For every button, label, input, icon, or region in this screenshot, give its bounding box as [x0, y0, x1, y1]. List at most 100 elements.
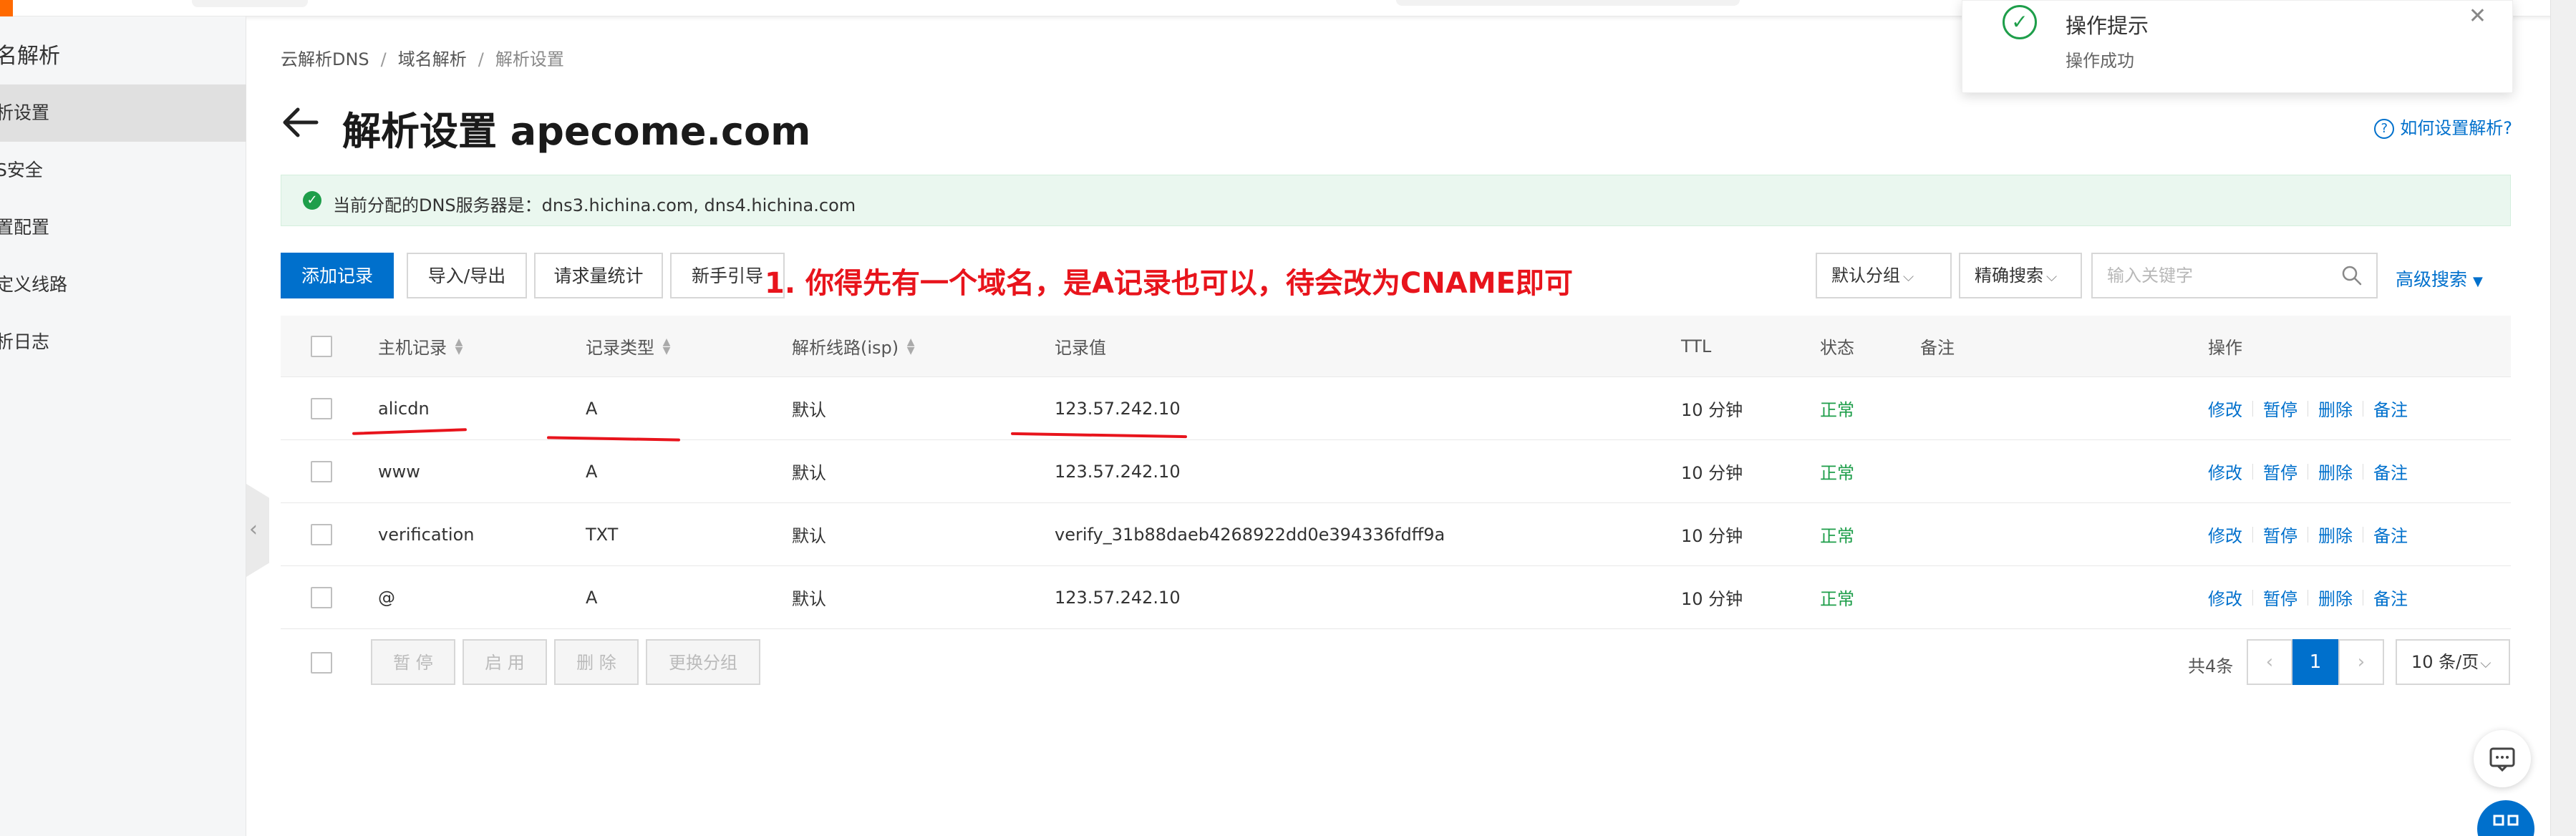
sort-icon[interactable]: ▲ ▼ — [906, 337, 916, 356]
sort-icon[interactable]: ▲ ▼ — [662, 337, 672, 356]
sidebar-item-logs[interactable]: 析日志 — [0, 314, 246, 371]
cell-line: 默认 — [792, 589, 826, 609]
close-icon[interactable]: ✕ — [2469, 4, 2487, 29]
breadcrumb-separator: / — [478, 49, 484, 69]
cell-line: 默认 — [792, 526, 826, 546]
prev-page-button[interactable]: ‹ — [2247, 639, 2292, 685]
edit-link[interactable]: 修改 — [2208, 522, 2242, 547]
app-grid-button[interactable] — [2477, 800, 2534, 836]
cell-line: 默认 — [792, 463, 826, 483]
header-value: 记录值 — [1055, 338, 1106, 358]
edit-link[interactable]: 修改 — [2208, 459, 2242, 484]
cell-ttl: 10 分钟 — [1681, 463, 1743, 483]
help-link[interactable]: ? 如何设置解析? — [2374, 114, 2512, 139]
feedback-chat-button[interactable] — [2474, 730, 2531, 787]
page-scrollbar[interactable] — [2550, 0, 2576, 836]
check-circle-icon: ✓ — [303, 191, 321, 210]
group-select[interactable]: 默认分组 ⌵ — [1816, 253, 1952, 298]
tutorial-annotation: 1. 你得先有一个域名，是A记录也可以，待会改为CNAME即可 — [765, 267, 1573, 300]
row-checkbox[interactable] — [311, 460, 332, 482]
sidebar-collapse-handle[interactable]: ‹ — [246, 484, 269, 577]
total-count: 共4条 — [2188, 656, 2234, 676]
sort-icon[interactable]: ▲ ▼ — [454, 337, 464, 356]
header-type[interactable]: 记录类型 ▲ ▼ — [586, 316, 672, 376]
pause-link[interactable]: 暂停 — [2263, 459, 2297, 484]
breadcrumb-item-current: 解析设置 — [495, 49, 564, 69]
dns-server-notice: ✓ 当前分配的DNS服务器是：dns3.hichina.com, dns4.hi… — [281, 175, 2511, 226]
breadcrumb-item-domain-dns[interactable]: 域名解析 — [398, 49, 467, 69]
group-select-value: 默认分组 — [1831, 266, 1900, 286]
table-footer: 暂 停 启 用 删 除 更换分组 共4条 ‹ 1 › 10 条/页 ⌵ — [281, 639, 2511, 689]
sidebar-title: 名解析 — [0, 44, 60, 69]
search-mode-select[interactable]: 精确搜索 ⌵ — [1959, 253, 2082, 298]
cell-value: verify_31b88daeb4268922dd0e394336fdff9a — [1055, 524, 1446, 545]
row-checkbox[interactable] — [311, 523, 332, 545]
toast-message: 操作成功 — [2066, 51, 2134, 71]
row-actions: 修改 暂停 删除 备注 — [2208, 377, 2408, 439]
cell-type: TXT — [586, 524, 619, 545]
batch-delete-button[interactable]: 删 除 — [554, 639, 639, 685]
cell-status: 正常 — [1820, 526, 1854, 546]
request-stats-button[interactable]: 请求量统计 — [534, 253, 663, 298]
cell-type: A — [586, 398, 598, 419]
top-search-bar[interactable] — [1396, 0, 1740, 6]
advanced-search-label: 高级搜索 — [2396, 269, 2468, 290]
check-circle-icon: ✓ — [2003, 5, 2037, 39]
page-size-value: 10 条/页 — [2411, 652, 2479, 672]
sidebar-item-configuration[interactable]: 置配置 — [0, 199, 246, 256]
table-row: alicdn A 默认 123.57.242.10 10 分钟 正常 修改 暂停删… — [281, 377, 2511, 440]
delete-link[interactable]: 删除 — [2318, 396, 2353, 421]
chat-icon — [2489, 747, 2515, 772]
remark-link[interactable]: 备注 — [2373, 459, 2408, 484]
delete-link[interactable]: 删除 — [2318, 585, 2353, 610]
header-remark: 备注 — [1920, 338, 1955, 358]
page-size-select[interactable]: 10 条/页 ⌵ — [2396, 639, 2510, 685]
remark-link[interactable]: 备注 — [2373, 522, 2408, 547]
pause-link[interactable]: 暂停 — [2263, 396, 2297, 421]
remark-link[interactable]: 备注 — [2373, 396, 2408, 421]
pause-link[interactable]: 暂停 — [2263, 522, 2297, 547]
row-actions: 修改 暂停 删除 备注 — [2208, 440, 2408, 502]
next-page-button[interactable]: › — [2338, 639, 2384, 685]
sidebar-item-dns-settings[interactable]: 析设置 — [0, 84, 246, 142]
cell-status: 正常 — [1820, 463, 1854, 483]
back-arrow-icon[interactable] — [281, 102, 321, 142]
cell-host: verification — [378, 524, 475, 545]
top-nav-element[interactable] — [192, 0, 308, 7]
delete-link[interactable]: 删除 — [2318, 522, 2353, 547]
advanced-search-link[interactable]: 高级搜索 ▼ — [2396, 266, 2483, 291]
row-actions: 修改 暂停 删除 备注 — [2208, 503, 2408, 565]
header-host[interactable]: 主机记录 ▲ ▼ — [378, 316, 464, 376]
import-export-button[interactable]: 导入/导出 — [407, 253, 527, 298]
edit-link[interactable]: 修改 — [2208, 396, 2242, 421]
search-box — [2091, 253, 2378, 298]
pause-link[interactable]: 暂停 — [2263, 585, 2297, 610]
table-row: www A 默认 123.57.242.10 10 分钟 正常 修改 暂停 删除 备注 — [281, 440, 2511, 503]
sidebar-item-dns-security[interactable]: S安全 — [0, 142, 246, 199]
batch-enable-button[interactable]: 启 用 — [463, 639, 547, 685]
brand-logo[interactable] — [0, 0, 13, 16]
edit-link[interactable]: 修改 — [2208, 585, 2242, 610]
row-checkbox[interactable] — [311, 586, 332, 608]
cell-ttl: 10 分钟 — [1681, 400, 1743, 420]
search-input[interactable] — [2107, 261, 2336, 290]
cell-status: 正常 — [1820, 400, 1854, 420]
breadcrumb-separator: / — [380, 49, 387, 69]
header-line[interactable]: 解析线路(isp) ▲ ▼ — [792, 316, 916, 376]
add-record-button[interactable]: 添加记录 — [281, 253, 394, 298]
header-status: 状态 — [1820, 338, 1854, 358]
cell-value: 123.57.242.10 — [1055, 398, 1181, 419]
remark-link[interactable]: 备注 — [2373, 585, 2408, 610]
sidebar-item-custom-lines[interactable]: 定义线路 — [0, 256, 246, 314]
search-icon[interactable] — [2340, 264, 2363, 287]
main-content: 云解析DNS / 域名解析 / 解析设置 解析设置 apecome.com ? 如何设置解… — [281, 16, 2514, 836]
select-all-checkbox[interactable] — [311, 335, 332, 357]
change-group-button[interactable]: 更换分组 — [646, 639, 760, 685]
page-number-button[interactable]: 1 — [2292, 639, 2338, 685]
batch-pause-button[interactable]: 暂 停 — [371, 639, 455, 685]
breadcrumb-item-cloud-dns[interactable]: 云解析DNS — [281, 49, 369, 69]
row-checkbox[interactable] — [311, 397, 332, 419]
footer-select-all-checkbox[interactable] — [311, 652, 332, 674]
chevron-left-icon: ‹ — [249, 517, 258, 542]
delete-link[interactable]: 删除 — [2318, 459, 2353, 484]
